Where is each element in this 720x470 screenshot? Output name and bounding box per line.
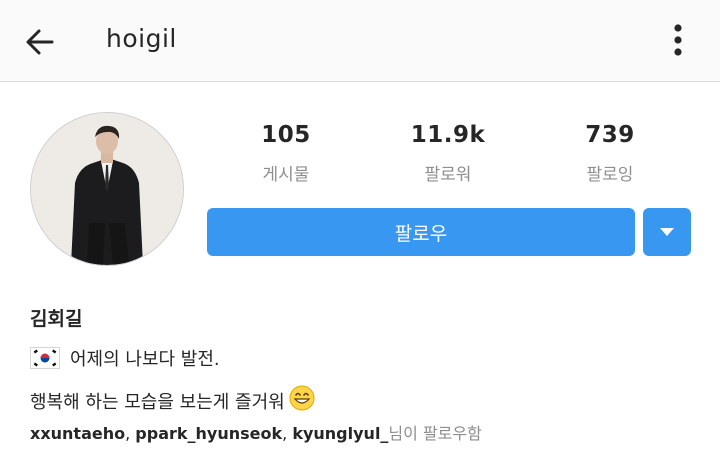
bio-text-line-2: 행복해 하는 모습을 보는게 즐거워 xyxy=(30,391,285,413)
grinning-face-emoji-icon xyxy=(289,385,315,416)
chevron-down-icon xyxy=(660,228,674,236)
followers-label: 팔로워 xyxy=(424,165,472,185)
top-app-bar: hoigil xyxy=(0,0,720,82)
back-arrow-icon xyxy=(26,29,54,55)
followed-by-suffix: 님이 팔로우함 xyxy=(388,424,482,443)
followed-by-separator: , xyxy=(125,424,131,443)
stat-followers[interactable]: 11.9k 팔로워 xyxy=(388,122,508,185)
back-button[interactable] xyxy=(18,22,62,62)
profile-bio: 김회길 어제의 나보다 발전. 행복해 하는 모습을 보는게 즐거워 xyxy=(30,304,690,416)
followed-by-separator: , xyxy=(282,424,288,443)
followed-by-user-2[interactable]: ppark_hyunseok xyxy=(135,424,282,443)
stat-following[interactable]: 739 팔로잉 xyxy=(550,122,670,185)
profile-content: 105 게시물 11.9k 팔로워 739 팔로잉 팔로우 김회길 어제의 나보… xyxy=(0,82,720,470)
bio-line-1: 어제의 나보다 발전. xyxy=(30,345,690,371)
avatar-photo xyxy=(31,113,183,265)
follow-button[interactable]: 팔로우 xyxy=(207,208,635,256)
followed-by-user-3[interactable]: kyunglyul_ xyxy=(292,424,388,443)
stat-posts[interactable]: 105 게시물 xyxy=(226,122,346,185)
posts-count: 105 xyxy=(261,122,311,148)
posts-label: 게시물 xyxy=(262,165,310,185)
full-name: 김회길 xyxy=(30,308,83,330)
followers-count: 11.9k xyxy=(410,122,486,148)
followed-by-line: xxuntaeho, ppark_hyunseok, kyunglyul_님이 … xyxy=(30,420,482,444)
more-options-button[interactable] xyxy=(660,18,696,62)
profile-avatar[interactable] xyxy=(30,112,184,266)
bio-line-2: 행복해 하는 모습을 보는게 즐거워 xyxy=(30,385,690,416)
south-korea-flag-icon xyxy=(30,347,60,369)
more-vertical-icon xyxy=(674,24,682,56)
suggested-accounts-toggle[interactable] xyxy=(643,208,691,256)
followed-by-user-1[interactable]: xxuntaeho xyxy=(30,424,125,443)
following-label: 팔로잉 xyxy=(586,165,634,185)
profile-username: hoigil xyxy=(106,24,177,53)
bio-text-line-1: 어제의 나보다 발전. xyxy=(70,349,220,370)
following-count: 739 xyxy=(585,122,635,148)
